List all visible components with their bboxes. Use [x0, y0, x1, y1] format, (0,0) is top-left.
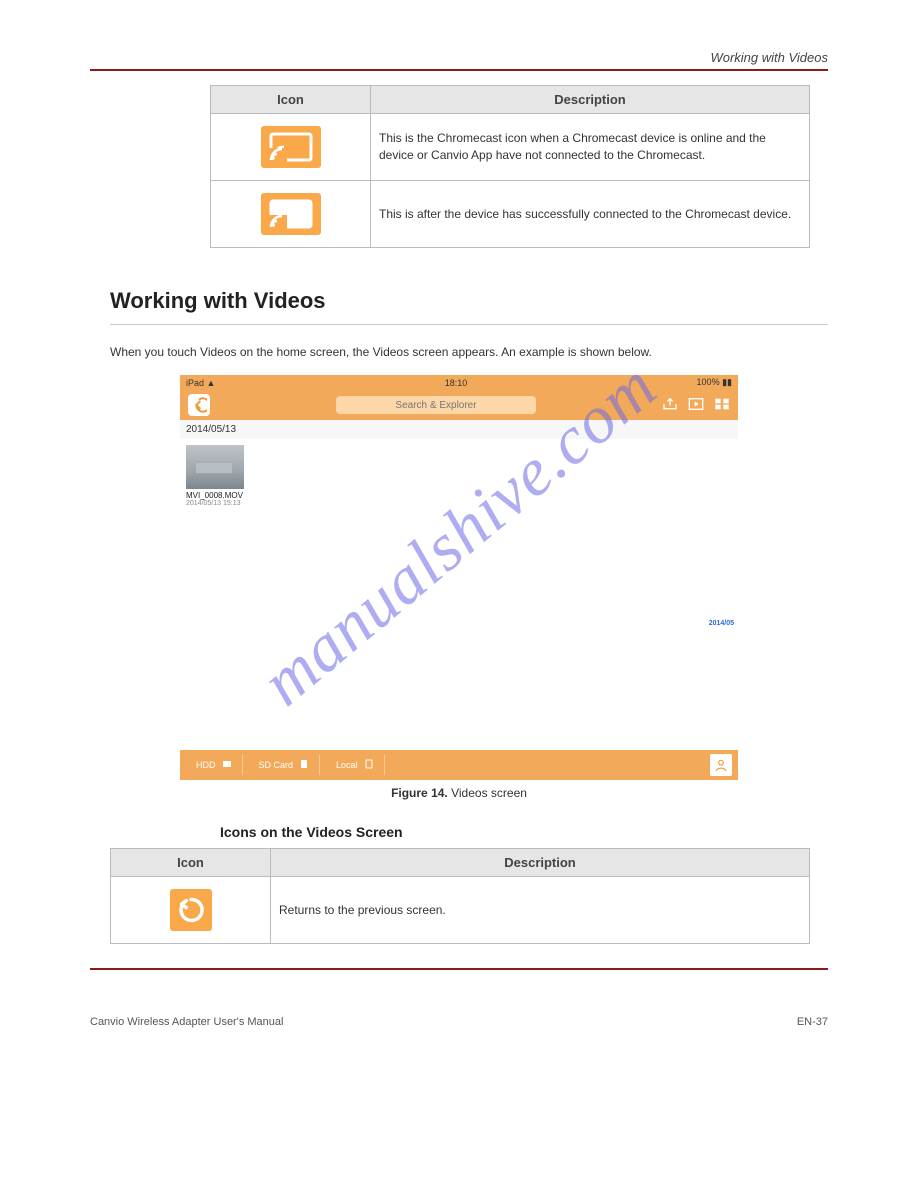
app-toolbar [180, 390, 738, 420]
bottom-bar: HDD SD Card Local [180, 750, 738, 780]
device-icon [364, 759, 374, 771]
share-icon[interactable] [662, 397, 678, 414]
battery-icon: ▮▮ [722, 377, 732, 387]
status-time: 18:10 [445, 378, 468, 388]
icon-table-top: Icon Description [210, 85, 810, 248]
videos-body: 2014/05/13 MVI_0008.MOV 2014/05/13 15:13… [180, 420, 738, 750]
th-icon: Icon [111, 849, 271, 877]
footer-left: Canvio Wireless Adapter User's Manual [90, 1016, 283, 1028]
th-desc: Description [271, 849, 810, 877]
icons-subhead: Icons on the Videos Screen [220, 824, 828, 840]
search-input[interactable] [336, 396, 536, 414]
toolbar-actions [662, 397, 730, 414]
tab-sdcard[interactable]: SD Card [249, 755, 321, 775]
now-playing-icon[interactable] [688, 397, 704, 414]
search-container [216, 396, 656, 414]
status-device: iPad [186, 378, 204, 388]
footer-right: EN-37 [797, 1016, 828, 1028]
tab-hdd-label: HDD [196, 760, 216, 770]
figure-caption: Figure 14. Videos screen [90, 786, 828, 800]
status-battery: 100% [697, 377, 720, 387]
tab-sdcard-label: SD Card [259, 760, 294, 770]
thumbnail-date: 2014/05/13 15:13 [186, 500, 244, 507]
wifi-icon: ▲ [207, 378, 216, 388]
page: Working with Videos Icon Description [0, 0, 918, 1010]
page-header-title: Working with Videos [90, 50, 828, 65]
top-rule [90, 69, 828, 71]
back-icon [170, 889, 212, 931]
status-bar: iPad ▲ 18:10 100% ▮▮ [180, 375, 738, 390]
bottom-rule [90, 968, 828, 970]
tab-hdd[interactable]: HDD [186, 755, 243, 775]
th-icon: Icon [211, 86, 371, 114]
table-row: Returns to the previous screen. [111, 877, 810, 944]
table-row: This is the Chromecast icon when a Chrom… [211, 114, 810, 181]
scroll-index-label: 2014/05 [709, 620, 734, 627]
cast-filled-icon [261, 193, 321, 235]
section-intro: When you touch Videos on the home screen… [110, 343, 808, 361]
figure-text: Videos screen [451, 786, 527, 800]
icon-desc: Returns to the previous screen. [271, 877, 810, 944]
icon-desc: This is after the device has successfull… [371, 181, 810, 248]
section-title: Working with Videos [110, 288, 828, 314]
view-toggle-icon[interactable] [714, 397, 730, 414]
date-header: 2014/05/13 [180, 420, 738, 439]
tab-local-label: Local [336, 760, 358, 770]
section-rule [110, 324, 828, 325]
user-button[interactable] [710, 754, 732, 776]
icon-desc: This is the Chromecast icon when a Chrom… [371, 114, 810, 181]
thumbnail-filename: MVI_0008.MOV [186, 491, 244, 500]
tab-local[interactable]: Local [326, 755, 385, 775]
sdcard-icon [299, 759, 309, 771]
video-thumbnail[interactable]: MVI_0008.MOV 2014/05/13 15:13 [186, 445, 244, 507]
footer: Canvio Wireless Adapter User's Manual EN… [0, 1010, 918, 1068]
thumbnail-image [186, 445, 244, 489]
back-button[interactable] [188, 394, 210, 416]
th-desc: Description [371, 86, 810, 114]
icon-table-bottom: Icon Description Returns to the previous… [110, 848, 810, 944]
figure-label: Figure 14. [391, 786, 448, 800]
videos-screenshot: iPad ▲ 18:10 100% ▮▮ [180, 375, 738, 780]
cast-icon [261, 126, 321, 168]
table-row: This is after the device has successfull… [211, 181, 810, 248]
hdd-icon [222, 759, 232, 771]
